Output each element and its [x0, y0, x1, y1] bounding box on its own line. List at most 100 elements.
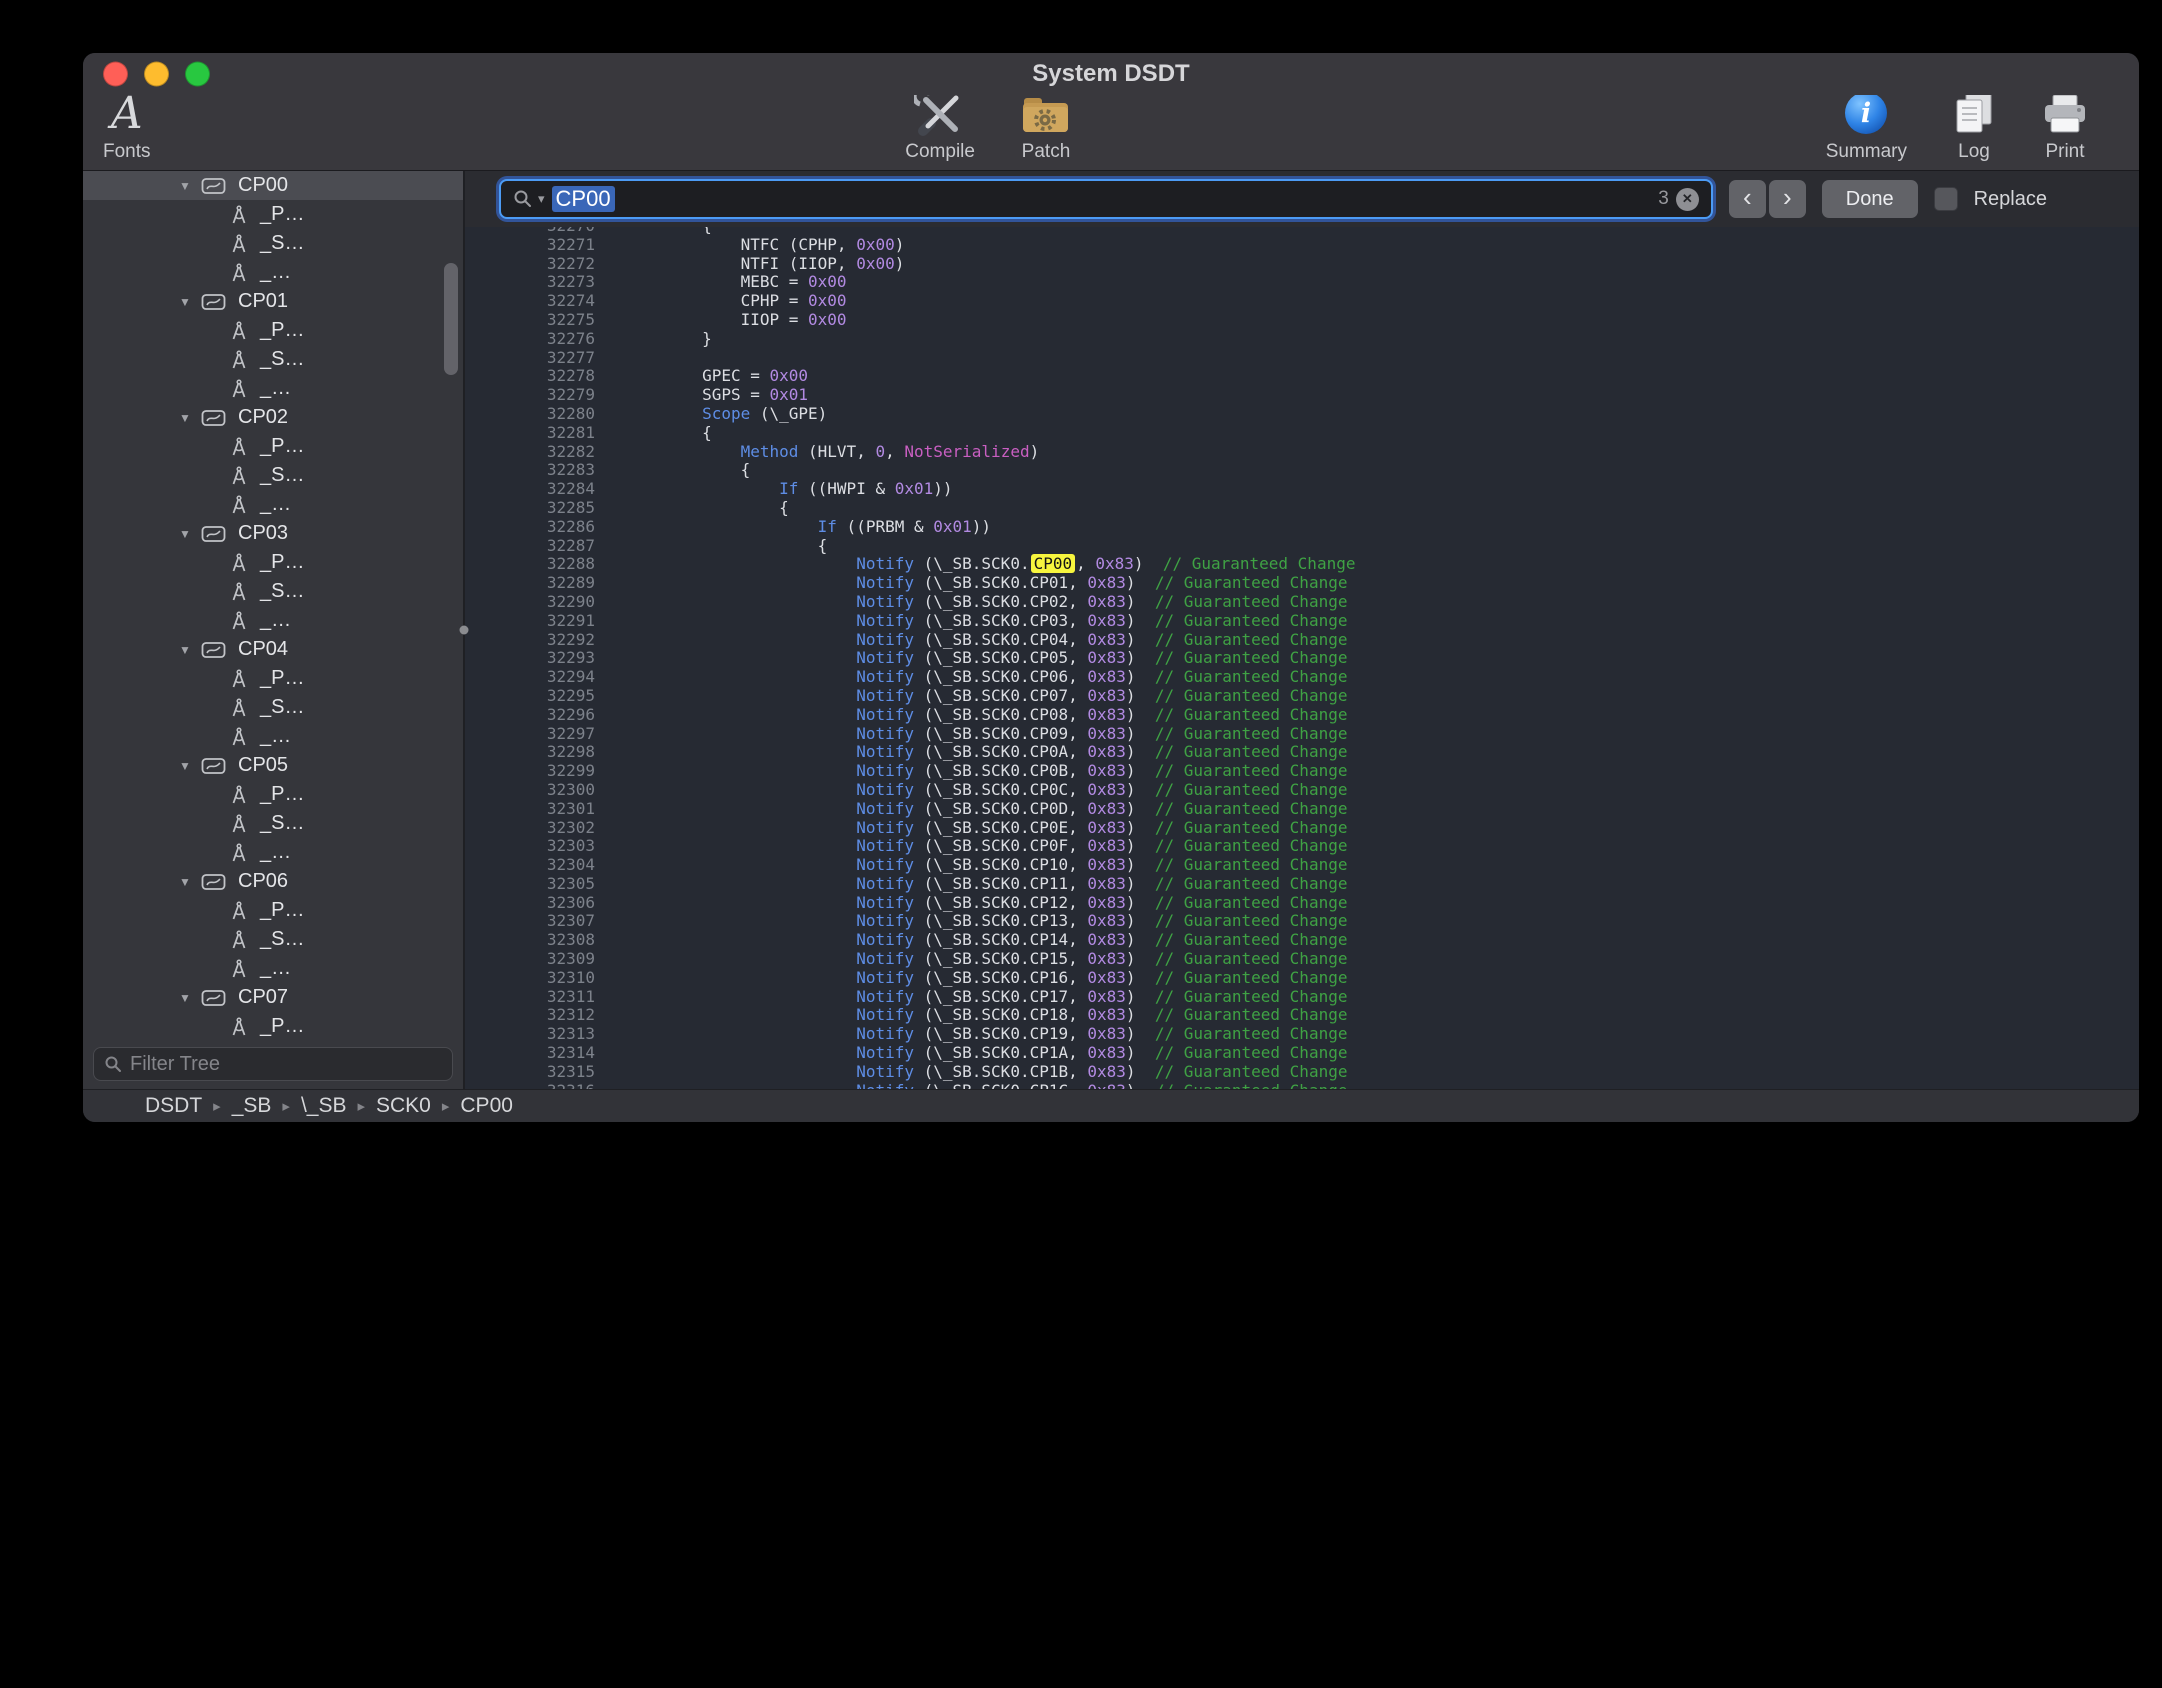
tree-outline[interactable]: ▼CP00_P…_S…_…▼CP01_P…_S…_…▼CP02_P…_S…_…▼…: [83, 171, 463, 1046]
code-line: 32297 Notify (\_SB.SCK0.CP09, 0x83) // G…: [465, 725, 2139, 744]
filter-tree-input[interactable]: [130, 1053, 442, 1076]
code-line: 32316 Notify (\_SB.SCK0.CP1C, 0x83) // G…: [465, 1082, 2139, 1089]
done-button[interactable]: Done: [1822, 180, 1918, 218]
method-icon: [229, 901, 249, 921]
search-options-chevron-icon[interactable]: ▾: [538, 191, 545, 207]
fonts-button[interactable]: A Fonts: [103, 95, 151, 170]
tree-child-item[interactable]: _S…: [83, 1041, 463, 1046]
code-text: GPEC = 0x00: [595, 367, 808, 386]
tree-child-item[interactable]: _S…: [83, 809, 463, 838]
title-bar[interactable]: System DSDT: [83, 53, 2139, 95]
close-button[interactable]: [103, 62, 128, 87]
disclosure-triangle-icon[interactable]: ▼: [179, 643, 201, 657]
minimize-button[interactable]: [144, 62, 169, 87]
disclosure-triangle-icon[interactable]: ▼: [179, 179, 201, 193]
breadcrumb-item[interactable]: DSDT: [145, 1094, 202, 1118]
tree-child-item[interactable]: _P…: [83, 200, 463, 229]
breadcrumb-item[interactable]: _SB: [232, 1094, 272, 1118]
tree-child-item[interactable]: _…: [83, 490, 463, 519]
tree-item-cp00[interactable]: ▼CP00: [83, 171, 463, 200]
tree-child-item[interactable]: _…: [83, 722, 463, 751]
tree-item-cp05[interactable]: ▼CP05: [83, 751, 463, 780]
tree-child-item[interactable]: _P…: [83, 780, 463, 809]
tree-item-cp01[interactable]: ▼CP01: [83, 287, 463, 316]
tree-child-item[interactable]: _S…: [83, 461, 463, 490]
tree-child-item[interactable]: _P…: [83, 432, 463, 461]
code-editor[interactable]: 32270 {32271 NTFC (CPHP, 0x00)32272 NTFI…: [465, 227, 2139, 1089]
tree-child-item[interactable]: _P…: [83, 316, 463, 345]
filter-tree-field[interactable]: [93, 1047, 453, 1081]
tree-child-item[interactable]: _S…: [83, 229, 463, 258]
split-divider[interactable]: [463, 171, 465, 1089]
line-number: 32298: [465, 743, 595, 762]
code-line: 32309 Notify (\_SB.SCK0.CP15, 0x83) // G…: [465, 950, 2139, 969]
patch-label: Patch: [1022, 141, 1071, 163]
tree-child-label: _P…: [260, 319, 304, 342]
code-line: 32282 Method (HLVT, 0, NotSerialized): [465, 443, 2139, 462]
code-text: Notify (\_SB.SCK0.CP12, 0x83) // Guarant…: [595, 894, 1347, 913]
method-icon: [229, 1046, 249, 1047]
split-handle[interactable]: [460, 626, 469, 635]
tree-child-item[interactable]: _S…: [83, 925, 463, 954]
compile-button[interactable]: Compile: [905, 95, 975, 170]
tree-child-item[interactable]: _…: [83, 606, 463, 635]
tree-item-cp07[interactable]: ▼CP07: [83, 983, 463, 1012]
tree-item-cp03[interactable]: ▼CP03: [83, 519, 463, 548]
tree-child-item[interactable]: _P…: [83, 664, 463, 693]
tree-child-item[interactable]: _P…: [83, 548, 463, 577]
breadcrumb-item[interactable]: \_SB: [301, 1094, 347, 1118]
disclosure-triangle-icon[interactable]: ▼: [179, 295, 201, 309]
sidebar-scrollbar[interactable]: [444, 263, 458, 375]
toolbar-center-group: Compile Patch: [905, 95, 1071, 170]
tree-child-item[interactable]: _P…: [83, 1012, 463, 1041]
tree-item-label: CP06: [238, 870, 288, 893]
method-icon: [229, 234, 249, 254]
disclosure-triangle-icon[interactable]: ▼: [179, 527, 201, 541]
tree-child-label: _S…: [260, 580, 304, 603]
code-text: NTFI (IIOP, 0x00): [595, 255, 904, 274]
sidebar: ▼CP00_P…_S…_…▼CP01_P…_S…_…▼CP02_P…_S…_…▼…: [83, 171, 463, 1089]
disclosure-triangle-icon[interactable]: ▼: [179, 411, 201, 425]
disclosure-triangle-icon[interactable]: ▼: [179, 991, 201, 1005]
tree-child-item[interactable]: _…: [83, 954, 463, 983]
tree-item-cp02[interactable]: ▼CP02: [83, 403, 463, 432]
breadcrumb-separator-icon: ▸: [357, 1097, 365, 1115]
search-match-highlight: CP00: [1031, 554, 1076, 573]
code-line: 32306 Notify (\_SB.SCK0.CP12, 0x83) // G…: [465, 894, 2139, 913]
line-number: 32276: [465, 330, 595, 349]
code-line: 32305 Notify (\_SB.SCK0.CP11, 0x83) // G…: [465, 875, 2139, 894]
disclosure-triangle-icon[interactable]: ▼: [179, 759, 201, 773]
search-icon[interactable]: [513, 189, 533, 209]
print-button[interactable]: Print: [2041, 95, 2089, 170]
replace-checkbox[interactable]: [1934, 187, 1958, 211]
find-input[interactable]: ▾ CP00 3 ✕: [499, 179, 1713, 219]
code-text: Notify (\_SB.SCK0.CP18, 0x83) // Guarant…: [595, 1006, 1347, 1025]
method-icon: [229, 930, 249, 950]
tree-child-label: _…: [260, 725, 291, 748]
code-line: 32300 Notify (\_SB.SCK0.CP0C, 0x83) // G…: [465, 781, 2139, 800]
clear-search-icon[interactable]: ✕: [1676, 188, 1699, 211]
breadcrumb-item[interactable]: CP00: [460, 1094, 513, 1118]
tree-child-item[interactable]: _…: [83, 374, 463, 403]
code-text: Notify (\_SB.SCK0.CP0E, 0x83) // Guarant…: [595, 819, 1347, 838]
breadcrumb-item[interactable]: SCK0: [376, 1094, 431, 1118]
tree-child-item[interactable]: _…: [83, 838, 463, 867]
tree-child-item[interactable]: _P…: [83, 896, 463, 925]
previous-match-button[interactable]: ‹: [1729, 180, 1766, 218]
line-number: 32293: [465, 649, 595, 668]
line-number: 32274: [465, 292, 595, 311]
zoom-button[interactable]: [185, 62, 210, 87]
tree-child-item[interactable]: _S…: [83, 577, 463, 606]
tree-item-cp04[interactable]: ▼CP04: [83, 635, 463, 664]
disclosure-triangle-icon[interactable]: ▼: [179, 875, 201, 889]
tree-item-cp06[interactable]: ▼ CP06: [83, 867, 463, 896]
code-text: Notify (\_SB.SCK0.CP13, 0x83) // Guarant…: [595, 912, 1347, 931]
tree-child-item[interactable]: _…: [83, 258, 463, 287]
tree-child-item[interactable]: _S…: [83, 345, 463, 374]
code-line: 32276 }: [465, 330, 2139, 349]
tree-child-item[interactable]: _S…: [83, 693, 463, 722]
next-match-button[interactable]: ›: [1769, 180, 1806, 218]
summary-button[interactable]: i Summary: [1826, 95, 1907, 170]
log-button[interactable]: Log: [1953, 95, 1995, 170]
patch-button[interactable]: Patch: [1021, 95, 1071, 170]
